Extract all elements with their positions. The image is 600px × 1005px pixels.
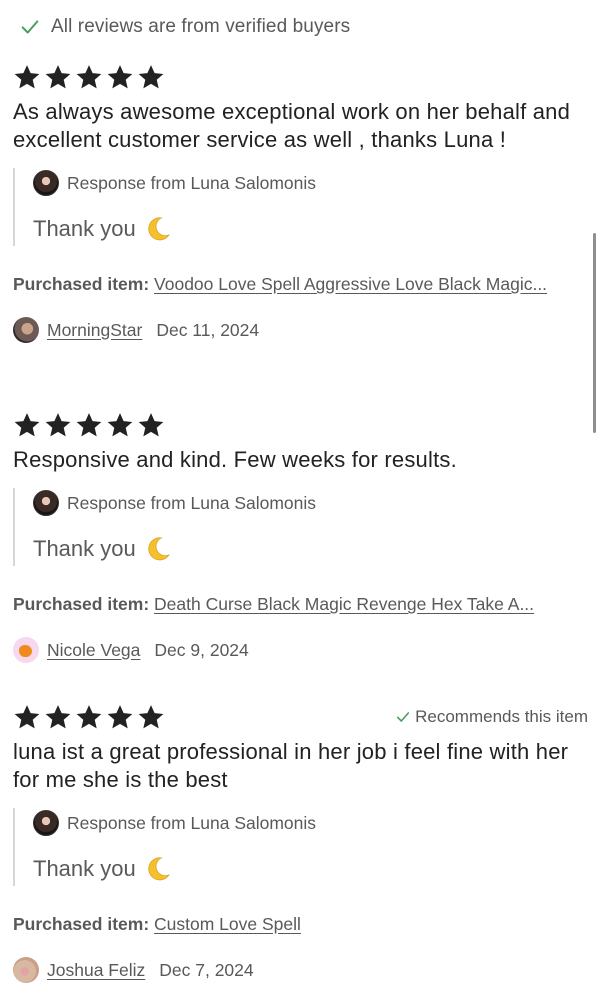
star-icon [45, 65, 71, 89]
purchased-label: Purchased item: [13, 594, 150, 614]
review-card: Recommends this item luna ist a great pr… [13, 702, 588, 983]
review-card: Responsive and kind. Few weeks for resul… [13, 410, 588, 663]
reviewer-name-link[interactable]: Joshua Feliz [47, 960, 145, 981]
purchased-item-link[interactable]: Death Curse Black Magic Revenge Hex Take… [154, 594, 534, 614]
review-date: Dec 11, 2024 [156, 319, 260, 340]
avatar[interactable] [13, 317, 39, 343]
purchased-item: Purchased item: Custom Love Spell [13, 914, 588, 935]
star-icon [138, 413, 164, 437]
response-text: Thank you [33, 216, 136, 241]
purchased-item-link[interactable]: Voodoo Love Spell Aggressive Love Black … [154, 274, 547, 294]
response-label: Response from Luna Salomonis [67, 492, 317, 513]
seller-response: Response from Luna Salomonis Thank you [13, 488, 588, 566]
verified-text: All reviews are from verified buyers [51, 16, 351, 37]
purchased-label: Purchased item: [13, 914, 150, 934]
purchased-item: Purchased item: Voodoo Love Spell Aggres… [13, 274, 588, 295]
reviewer-info: MorningStar Dec 11, 2024 [13, 317, 588, 343]
star-icon [76, 65, 102, 89]
crescent-moon-icon [148, 217, 170, 241]
purchased-item-link[interactable]: Custom Love Spell [154, 914, 301, 934]
reviewer-info: Joshua Feliz Dec 7, 2024 [13, 957, 588, 983]
star-icon [107, 705, 133, 729]
seller-avatar [33, 490, 59, 516]
crescent-moon-icon [148, 857, 170, 881]
avatar[interactable] [13, 957, 39, 983]
star-icon [14, 413, 40, 437]
review-text: As always awesome exceptional work on he… [13, 99, 571, 152]
seller-avatar [33, 170, 59, 196]
recommends-badge: Recommends this item [395, 707, 588, 727]
review-text: Responsive and kind. Few weeks for resul… [13, 447, 457, 472]
star-rating [13, 411, 165, 439]
star-icon [45, 705, 71, 729]
star-icon [138, 65, 164, 89]
check-icon [21, 20, 39, 34]
star-icon [138, 705, 164, 729]
scrollbar[interactable] [593, 233, 596, 433]
recommends-text: Recommends this item [415, 707, 588, 726]
review-card: As always awesome exceptional work on he… [13, 62, 588, 343]
purchased-label: Purchased item: [13, 274, 150, 294]
review-text: luna ist a great professional in her job… [13, 739, 569, 792]
star-icon [107, 413, 133, 437]
star-icon [107, 65, 133, 89]
seller-response: Response from Luna Salomonis Thank you [13, 808, 588, 886]
verified-buyers-notice: All reviews are from verified buyers [19, 16, 350, 38]
star-icon [76, 705, 102, 729]
avatar[interactable] [13, 637, 39, 663]
purchased-item: Purchased item: Death Curse Black Magic … [13, 594, 588, 615]
reviewer-name-link[interactable]: MorningStar [47, 320, 142, 341]
star-rating [13, 703, 165, 731]
response-label: Response from Luna Salomonis [67, 172, 317, 193]
star-icon [45, 413, 71, 437]
check-icon [396, 712, 410, 722]
crescent-moon-icon [148, 537, 170, 561]
star-icon [76, 413, 102, 437]
star-icon [14, 705, 40, 729]
response-text: Thank you [33, 856, 136, 881]
seller-avatar [33, 810, 59, 836]
review-date: Dec 7, 2024 [159, 959, 254, 980]
seller-response: Response from Luna Salomonis Thank you [13, 168, 588, 246]
response-text: Thank you [33, 536, 136, 561]
star-icon [14, 65, 40, 89]
reviewer-name-link[interactable]: Nicole Vega [47, 640, 140, 661]
response-label: Response from Luna Salomonis [67, 812, 317, 833]
star-rating [13, 63, 165, 91]
reviewer-info: Nicole Vega Dec 9, 2024 [13, 637, 588, 663]
review-date: Dec 9, 2024 [154, 639, 249, 660]
